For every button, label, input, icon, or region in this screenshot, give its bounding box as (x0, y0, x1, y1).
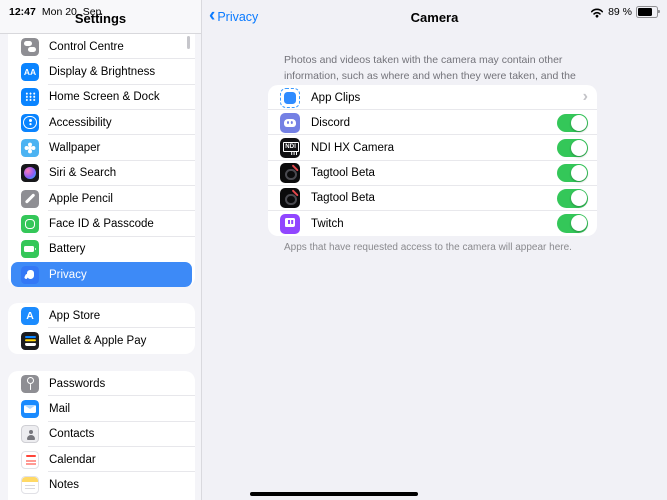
sidebar-item-label: Passwords (49, 378, 105, 390)
sidebar-item-face-id-passcode[interactable]: Face ID & Passcode (8, 211, 195, 236)
sidebar-item-contacts[interactable]: Contacts (8, 422, 195, 447)
sidebar-item-label: Wallet & Apple Pay (49, 335, 146, 347)
ipad-settings-screen: 12:47 Mon 20. Sep 89 % Settings Control (0, 0, 667, 500)
mail-icon (21, 400, 39, 418)
camera-toggle-twitch[interactable] (557, 214, 588, 233)
wallet-icon (21, 332, 39, 350)
sidebar-item-privacy[interactable]: Privacy (11, 262, 192, 287)
discord-icon (280, 113, 300, 133)
wallpaper-icon (21, 139, 39, 157)
apple-pencil-icon (21, 190, 39, 208)
list-item-ndi-hx-camera: NDI HX Camera (268, 135, 597, 160)
battery-settings-icon (21, 240, 39, 258)
ndi-hx-camera-icon (280, 138, 300, 158)
app-name: Tagtool Beta (311, 167, 546, 179)
back-to-privacy-button[interactable]: ‹ Privacy (209, 0, 258, 34)
sidebar-item-label: Calendar (49, 454, 96, 466)
notes-icon (21, 476, 39, 494)
sidebar-item-wallet-apple-pay[interactable]: Wallet & Apple Pay (8, 328, 195, 353)
camera-privacy-pane: ‹ Privacy Camera Photos and videos taken… (202, 0, 667, 500)
sidebar-item-battery[interactable]: Battery (8, 237, 195, 262)
home-indicator[interactable] (250, 492, 418, 496)
sidebar-item-siri-search[interactable]: Siri & Search (8, 161, 195, 186)
sidebar-item-accessibility[interactable]: Accessibility (8, 110, 195, 135)
sidebar-item-display-brightness[interactable]: Display & Brightness (8, 59, 195, 84)
calendar-icon (21, 451, 39, 469)
sidebar-group-1: Control Centre Display & Brightness Home… (8, 34, 195, 287)
camera-apps-list: App Clips › Discord NDI HX Camera Tagtoo… (268, 85, 597, 236)
sidebar-item-app-store[interactable]: App Store (8, 303, 195, 328)
sidebar-item-label: Contacts (49, 428, 94, 440)
sidebar-item-label: Display & Brightness (49, 66, 155, 78)
settings-sidebar: Settings Control Centre Display & Bright… (0, 0, 202, 500)
sidebar-item-label: Face ID & Passcode (49, 218, 154, 230)
sidebar-header: Settings (0, 0, 201, 34)
camera-toggle-ndi-hx-camera[interactable] (557, 139, 588, 158)
accessibility-icon (21, 114, 39, 132)
list-item-app-clips[interactable]: App Clips › (268, 85, 597, 110)
list-item-tagtool-beta-2: Tagtool Beta (268, 186, 597, 211)
detail-header: ‹ Privacy Camera (202, 0, 667, 34)
sidebar-item-calendar[interactable]: Calendar (8, 447, 195, 472)
sidebar-item-apple-pencil[interactable]: Apple Pencil (8, 186, 195, 211)
sidebar-group-3: Passwords Mail Contacts Calendar Notes (8, 371, 195, 500)
camera-toggle-tagtool-beta-1[interactable] (557, 164, 588, 183)
sidebar-item-label: Notes (49, 479, 79, 491)
chevron-left-icon: ‹ (209, 6, 215, 25)
app-clips-icon (280, 88, 300, 108)
sidebar-item-label: Privacy (49, 269, 87, 281)
display-brightness-icon (21, 63, 39, 81)
sidebar-scrollbar[interactable] (187, 36, 190, 49)
app-name: Twitch (311, 218, 546, 230)
sidebar-item-label: Battery (49, 243, 85, 255)
app-name: Tagtool Beta (311, 192, 546, 204)
sidebar-item-passwords[interactable]: Passwords (8, 371, 195, 396)
privacy-icon (21, 266, 39, 284)
face-id-icon (21, 215, 39, 233)
camera-apps-footer: Apps that have requested access to the c… (284, 242, 586, 253)
page-title: Camera (202, 0, 667, 34)
sidebar-item-home-screen-dock[interactable]: Home Screen & Dock (8, 85, 195, 110)
home-screen-dock-icon (21, 88, 39, 106)
tagtool-beta-icon (280, 188, 300, 208)
sidebar-item-label: Wallpaper (49, 142, 100, 154)
sidebar-group-2: App Store Wallet & Apple Pay (8, 303, 195, 354)
back-label: Privacy (217, 10, 258, 24)
sidebar-item-control-centre[interactable]: Control Centre (8, 34, 195, 59)
sidebar-item-wallpaper[interactable]: Wallpaper (8, 135, 195, 160)
sidebar-item-label: App Store (49, 310, 100, 322)
camera-toggle-tagtool-beta-2[interactable] (557, 189, 588, 208)
siri-search-icon (21, 164, 39, 182)
app-name: App Clips (311, 92, 572, 104)
sidebar-item-label: Siri & Search (49, 167, 116, 179)
sidebar-item-mail[interactable]: Mail (8, 396, 195, 421)
chevron-right-icon: › (583, 89, 588, 105)
list-item-discord: Discord (268, 110, 597, 135)
contacts-icon (21, 425, 39, 443)
list-item-twitch: Twitch (268, 211, 597, 236)
sidebar-item-label: Home Screen & Dock (49, 91, 160, 103)
sidebar-item-label: Accessibility (49, 117, 112, 129)
sidebar-title: Settings (75, 11, 126, 26)
sidebar-item-label: Apple Pencil (49, 193, 113, 205)
control-centre-icon (21, 38, 39, 56)
sidebar-item-label: Control Centre (49, 41, 124, 53)
list-item-tagtool-beta-1: Tagtool Beta (268, 161, 597, 186)
twitch-icon (280, 214, 300, 234)
app-name: Discord (311, 117, 546, 129)
tagtool-beta-icon (280, 163, 300, 183)
passwords-icon (21, 375, 39, 393)
camera-toggle-discord[interactable] (557, 114, 588, 133)
sidebar-item-notes[interactable]: Notes (8, 472, 195, 497)
app-store-icon (21, 307, 39, 325)
sidebar-item-label: Mail (49, 403, 70, 415)
app-name: NDI HX Camera (311, 142, 546, 154)
